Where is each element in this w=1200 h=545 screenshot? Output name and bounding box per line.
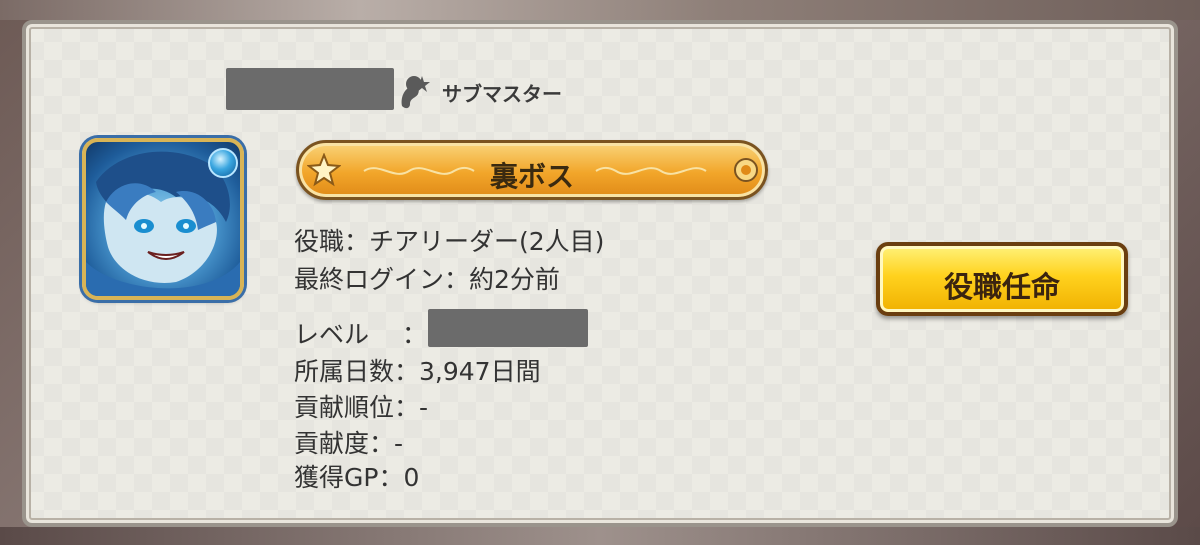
days-line: 所属日数：3,947日間 xyxy=(294,357,541,386)
contribution-line: 貢献度：- xyxy=(294,429,404,458)
member-avatar[interactable] xyxy=(82,138,244,300)
contribution-rank-line: 貢献順位：- xyxy=(294,393,429,422)
gp-line: 獲得GP：0 xyxy=(294,463,420,492)
ornament-knob-icon xyxy=(734,158,758,182)
position-line: 役職：チアリーダー(2人目) xyxy=(294,227,605,256)
title-banner: 裏ボス xyxy=(296,140,768,200)
background-bottom xyxy=(0,527,1200,545)
appoint-role-label: 役職任命 xyxy=(943,270,1060,304)
level-label: レベル ： xyxy=(294,320,427,349)
member-title: 裏ボス xyxy=(489,160,574,193)
last-login-line: 最終ログイン：約2分前 xyxy=(294,265,560,294)
member-detail-panel: サブマスター 裏ボス 役職：チアリーダー(2人目) 最終ログイン：約2分前 レベ… xyxy=(22,20,1178,527)
role-label: サブマスター xyxy=(442,82,562,106)
redacted-player-name xyxy=(226,68,394,110)
sub-master-icon xyxy=(401,76,430,109)
redacted-level xyxy=(428,309,588,347)
water-orb-icon xyxy=(208,148,238,178)
appoint-role-button[interactable]: 役職任命 xyxy=(876,242,1128,316)
background-top xyxy=(0,0,1200,20)
